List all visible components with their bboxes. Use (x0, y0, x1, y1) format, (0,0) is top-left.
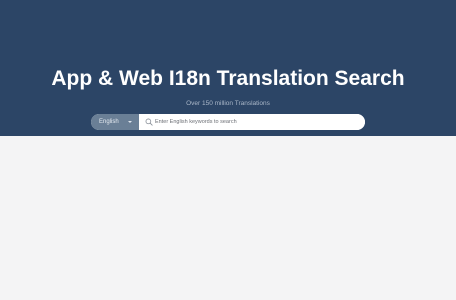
search-bar: English (91, 114, 365, 130)
language-select-label: English (99, 119, 119, 125)
search-icon (145, 118, 153, 126)
search-input[interactable] (155, 114, 355, 130)
page-subtitle: Over 150 million Translations (186, 100, 270, 107)
language-select[interactable]: English (91, 114, 139, 130)
chevron-down-icon (128, 121, 132, 123)
page-title: App & Web I18n Translation Search (51, 67, 405, 90)
search-field (139, 114, 365, 130)
main-content (0, 136, 456, 300)
hero-banner: App & Web I18n Translation Search Over 1… (0, 0, 456, 136)
